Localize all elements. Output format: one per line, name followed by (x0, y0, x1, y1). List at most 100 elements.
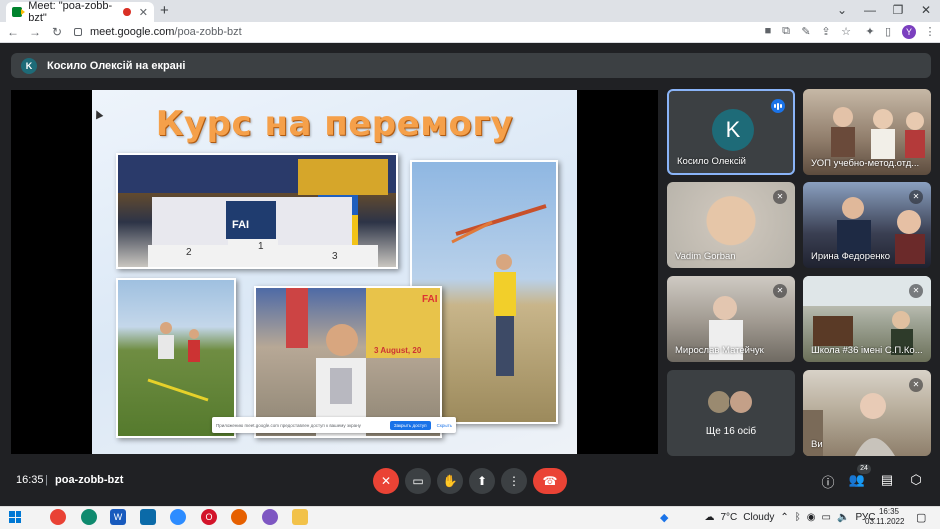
extensions-icon[interactable]: ✦ (862, 25, 878, 38)
taskbar-time: 16:35 (878, 507, 899, 516)
window-close-button[interactable]: ✕ (912, 3, 940, 17)
participant-tile[interactable]: УОП учебно-метод.отд... (803, 89, 931, 175)
profile-avatar[interactable]: Y (902, 25, 916, 39)
tray-app-icon[interactable]: ◆ (660, 511, 668, 524)
firefox-taskbar-icon[interactable] (231, 509, 247, 525)
minimize-button[interactable]: — (856, 3, 884, 17)
browser-menu-icon[interactable]: ⋮ (922, 25, 938, 38)
people-icon[interactable]: 👥 (848, 472, 866, 488)
trophy-photo: FAI 3 August, 20 (254, 286, 442, 438)
stop-sharing-button[interactable]: Закрыть доступ (389, 420, 431, 430)
volume-icon[interactable]: 🔈 (837, 512, 849, 523)
participant-count-badge: 24 (857, 464, 871, 474)
activities-icon[interactable]: ⬡ (907, 472, 925, 488)
podium-number-2: 2 (186, 247, 192, 258)
battery-icon[interactable]: ▭ (822, 512, 831, 523)
store-taskbar-icon[interactable] (140, 509, 156, 525)
podium-photo: 2 1 3 FAI (116, 153, 398, 269)
chrome-taskbar-icon[interactable] (50, 509, 66, 525)
more-participants-label: Ще 16 осіб (705, 426, 757, 437)
mic-off-icon: ✕ (773, 190, 787, 204)
zoom-taskbar-icon[interactable] (170, 509, 186, 525)
share-notice-text: Приложению meet.google.com предоставлен … (216, 422, 361, 428)
boys-field-photo (116, 278, 236, 438)
camera-in-use-icon[interactable]: ■ (760, 25, 776, 37)
mic-toggle-button[interactable]: ✕ (373, 468, 399, 494)
edit-icon[interactable]: ✎ (798, 25, 814, 38)
more-participants-tile[interactable]: Ще 16 осіб (667, 370, 795, 456)
tab-title: Meet: "poa-zobb-bzt" (28, 0, 113, 24)
forward-icon[interactable]: → (26, 25, 44, 39)
bluetooth-icon[interactable]: ᛒ (795, 512, 801, 523)
self-view-tile[interactable]: ✕ Ви (803, 370, 931, 456)
participant-tile[interactable]: ✕ Vadim Gorban (667, 182, 795, 268)
recording-indicator-icon (123, 8, 131, 16)
bookmark-star-icon[interactable]: ☆ (838, 25, 854, 38)
podium-number-3: 3 (332, 251, 338, 262)
participant-name: Школа #36 імені С.П.Ко... (811, 345, 923, 356)
edge-taskbar-icon[interactable] (81, 509, 97, 525)
raise-hand-button[interactable]: ✋ (437, 468, 463, 494)
fai-sign-label: FAI (422, 294, 438, 305)
notifications-icon[interactable]: ▢ (916, 511, 926, 524)
participant-name: Косило Олексій (677, 156, 746, 167)
hang-up-icon: ☎ (542, 474, 558, 488)
maximize-button[interactable]: ❐ (884, 3, 912, 17)
system-tray: ◆ ☁ 7°C Cloudy ⌃ ᛒ ◉ ▭ 🔈 РУС (660, 511, 875, 524)
tray-chevron-icon[interactable]: ⌃ (780, 512, 788, 523)
participant-name: УОП учебно-метод.отд... (811, 158, 920, 169)
participant-name: Мирослав Матейчук (675, 345, 764, 356)
taskbar-clock[interactable]: 16:35 03.11.2022 (865, 507, 904, 527)
reload-icon[interactable]: ↻ (48, 25, 66, 39)
speaking-indicator-icon (771, 99, 785, 113)
more-options-button[interactable]: ⋮ (501, 468, 527, 494)
participant-tile[interactable]: ✕ Школа #36 імені С.П.Ко... (803, 276, 931, 362)
present-now-button[interactable]: ⬆ (469, 468, 495, 494)
presenter-avatar: K (21, 57, 37, 74)
camera-toggle-button[interactable]: ▭ (405, 468, 431, 494)
url-path: /poa-zobb-bzt (174, 26, 242, 38)
leave-call-button[interactable]: ☎ (533, 468, 567, 494)
file-explorer-taskbar-icon[interactable] (292, 509, 308, 525)
participant-name: Ирина Федоренко (811, 251, 891, 262)
app-taskbar-icon[interactable] (262, 509, 278, 525)
back-icon[interactable]: ← (4, 25, 22, 39)
temperature-text: 7°C (720, 512, 738, 523)
shared-slide: Курс на перемогу 2 1 3 FAI FAI 3 August,… (92, 90, 577, 454)
participant-name: Ви (811, 439, 823, 450)
mic-off-icon: ✕ (909, 190, 923, 204)
weather-text: Cloudy (743, 512, 775, 523)
chat-icon[interactable]: ▤ (878, 472, 896, 488)
url-host: meet.google.com (90, 26, 175, 38)
word-taskbar-icon[interactable]: W (110, 509, 126, 525)
presenting-banner: K Косило Олексій на екрані (11, 53, 931, 78)
tab-close-icon[interactable]: ✕ (139, 6, 148, 19)
hide-notice-button[interactable]: Скрыть (437, 423, 452, 428)
browser-tab[interactable]: Meet: "poa-zobb-bzt" ✕ (6, 0, 154, 24)
fai-banner-label: FAI (232, 219, 250, 231)
more-vert-icon: ⋮ (508, 474, 520, 488)
participant-tile[interactable]: ✕ Мирослав Матейчук (667, 276, 795, 362)
presenting-text: Косило Олексій на екрані (47, 59, 186, 72)
tab-search-button[interactable]: ⌄ (828, 3, 856, 17)
mic-off-icon: ✕ (380, 474, 392, 488)
participant-tile[interactable]: ✕ Ирина Федоренко (803, 182, 931, 268)
new-tab-button[interactable]: + (160, 2, 169, 19)
share-icon[interactable]: ⇪ (818, 25, 834, 38)
participant-thumbnails (707, 390, 755, 414)
windows-start-icon[interactable] (9, 511, 21, 523)
opera-taskbar-icon[interactable]: O (201, 509, 217, 525)
event-date-text: 3 August, 20 (374, 346, 422, 355)
address-bar[interactable]: meet.google.com /poa-zobb-bzt (74, 26, 242, 38)
network-icon[interactable]: ◉ (807, 512, 816, 523)
clock-separator: | (45, 474, 48, 486)
participant-tile[interactable]: K Косило Олексій (667, 89, 795, 175)
meet-favicon-icon (12, 7, 26, 17)
meeting-info-icon[interactable]: ⓘ (819, 472, 837, 491)
hand-icon: ✋ (442, 474, 458, 488)
sidebar-icon[interactable]: ▯ (880, 25, 896, 38)
camera-icon: ▭ (412, 474, 424, 488)
open-external-icon[interactable]: ⧉ (778, 25, 794, 38)
screen-share-notice: Приложению meet.google.com предоставлен … (212, 417, 456, 433)
participant-name: Vadim Gorban (675, 251, 736, 262)
